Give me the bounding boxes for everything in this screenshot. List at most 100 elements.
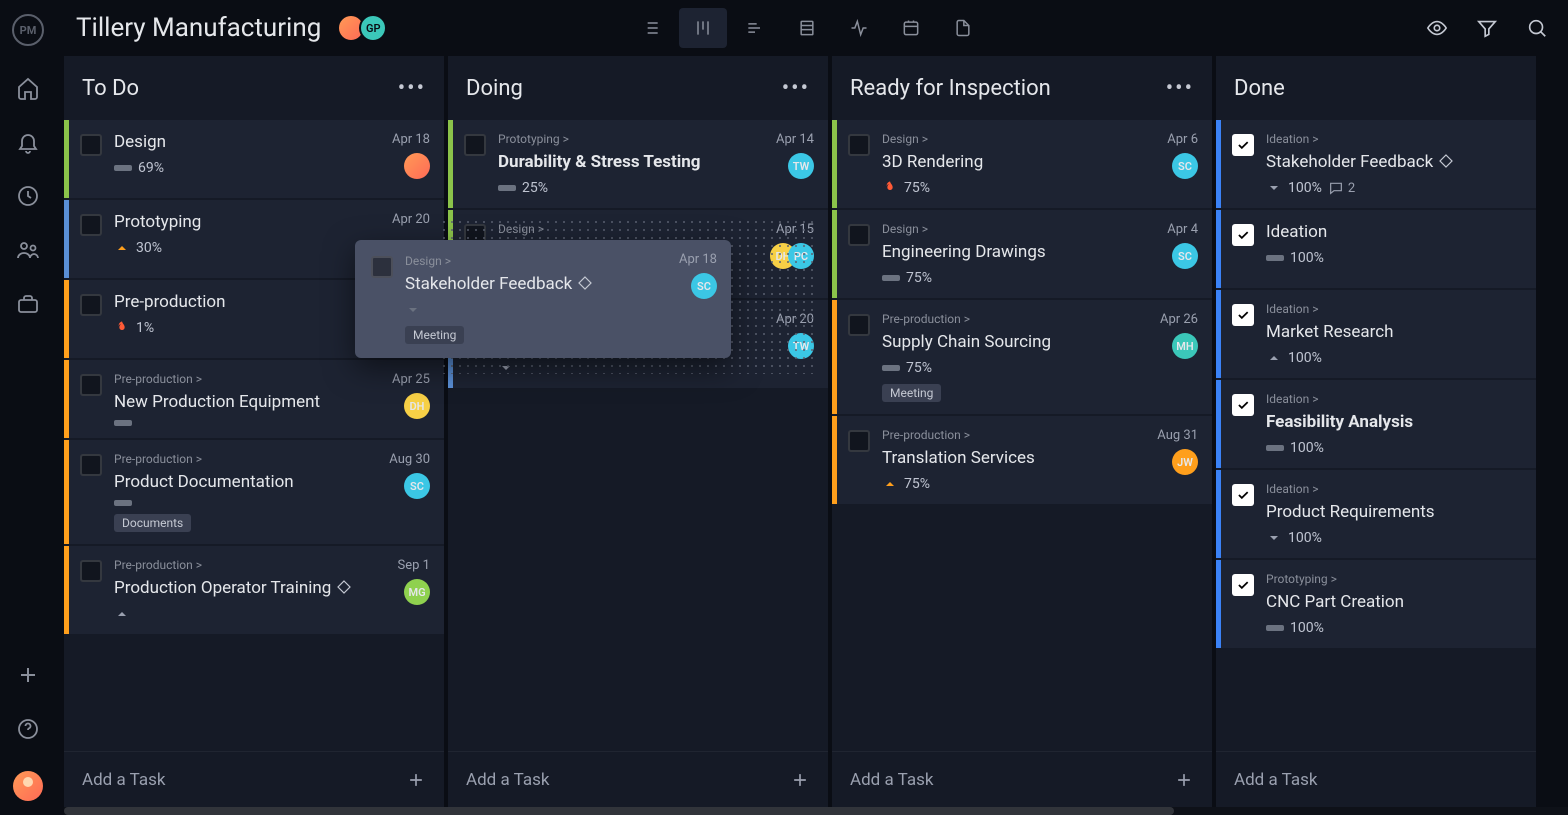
- plus-icon[interactable]: [16, 663, 40, 687]
- app-logo[interactable]: PM: [12, 14, 44, 46]
- card-date: Apr 26: [1160, 312, 1198, 327]
- assignee-avatar[interactable]: MH: [1172, 333, 1198, 359]
- task-checkbox[interactable]: [1232, 224, 1254, 246]
- column-menu-icon[interactable]: •••: [782, 76, 810, 101]
- column-cards: Ideation > Stakeholder Feedback 100% 2 I…: [1216, 120, 1536, 751]
- card-breadcrumb: Pre-production >: [114, 558, 430, 572]
- task-checkbox[interactable]: [80, 214, 102, 236]
- task-checkbox[interactable]: [848, 224, 870, 246]
- clock-icon[interactable]: [16, 184, 40, 208]
- assignee-avatars[interactable]: JW: [1172, 449, 1198, 475]
- task-card[interactable]: Pre-production > Translation Services 75…: [832, 416, 1212, 504]
- assignee-avatar[interactable]: DH: [404, 393, 430, 419]
- task-card[interactable]: Prototyping > CNC Part Creation 100%: [1216, 560, 1536, 648]
- card-title: Product Requirements: [1266, 502, 1522, 522]
- task-checkbox[interactable]: [1232, 304, 1254, 326]
- assignee-avatars[interactable]: SC: [404, 473, 430, 499]
- card-meta: 100%: [1266, 620, 1522, 636]
- bell-icon[interactable]: [16, 130, 40, 154]
- assignee-avatar[interactable]: JW: [1172, 449, 1198, 475]
- task-card[interactable]: Ideation 100%: [1216, 210, 1536, 288]
- activity-view-icon[interactable]: [835, 8, 883, 48]
- assignee-avatars[interactable]: MH: [1172, 333, 1198, 359]
- task-card[interactable]: Pre-production > Production Operator Tra…: [64, 546, 444, 634]
- task-checkbox[interactable]: [1232, 574, 1254, 596]
- task-card[interactable]: Pre-production > Product Documentation D…: [64, 440, 444, 544]
- search-icon[interactable]: [1526, 17, 1548, 39]
- task-card[interactable]: Design > Engineering Drawings 75% Apr 4S…: [832, 210, 1212, 298]
- card-percent: 100%: [1290, 250, 1324, 266]
- assignee-avatars[interactable]: [404, 153, 430, 179]
- assignee-avatar[interactable]: SC: [691, 273, 717, 299]
- user-avatar[interactable]: [13, 771, 43, 801]
- add-task-button[interactable]: Add a Task: [448, 751, 828, 807]
- sheet-view-icon[interactable]: [783, 8, 831, 48]
- task-card[interactable]: Ideation > Market Research 100%: [1216, 290, 1536, 378]
- add-task-button[interactable]: Add a Task: [64, 751, 444, 807]
- eye-icon[interactable]: [1426, 17, 1448, 39]
- task-card[interactable]: Pre-production > Supply Chain Sourcing 7…: [832, 300, 1212, 414]
- column-title: Done: [1234, 76, 1285, 101]
- column-cards: Prototyping > Durability & Stress Testin…: [448, 120, 828, 751]
- file-view-icon[interactable]: [939, 8, 987, 48]
- card-meta: 100% 2: [1266, 180, 1522, 196]
- task-card[interactable]: Ideation > Product Requirements 100%: [1216, 470, 1536, 558]
- list-view-icon[interactable]: [627, 8, 675, 48]
- assignee-avatars[interactable]: TW: [788, 153, 814, 179]
- task-card[interactable]: Prototyping > Durability & Stress Testin…: [448, 120, 828, 208]
- assignee-avatars[interactable]: SC: [1172, 153, 1198, 179]
- assignee-avatar[interactable]: SC: [1172, 153, 1198, 179]
- card-date: Apr 25: [392, 372, 430, 387]
- briefcase-icon[interactable]: [16, 292, 40, 316]
- column-cards: Design > 3D Rendering 75% Apr 6SC Design…: [832, 120, 1212, 751]
- assignee-avatar[interactable]: SC: [1172, 243, 1198, 269]
- card-percent: 25%: [522, 180, 548, 196]
- assignee-avatar[interactable]: SC: [404, 473, 430, 499]
- dragging-card[interactable]: Design > Stakeholder Feedback Meeting Ap…: [355, 240, 731, 358]
- task-checkbox[interactable]: [80, 454, 102, 476]
- member-avatar[interactable]: GP: [359, 14, 387, 42]
- task-card[interactable]: Design > 3D Rendering 75% Apr 6SC: [832, 120, 1212, 208]
- gantt-view-icon[interactable]: [731, 8, 779, 48]
- assignee-avatar[interactable]: TW: [788, 153, 814, 179]
- add-task-button[interactable]: Add a Task: [832, 751, 1212, 807]
- task-checkbox[interactable]: [1232, 134, 1254, 156]
- assignee-avatars[interactable]: SC: [1172, 243, 1198, 269]
- task-checkbox[interactable]: [80, 134, 102, 156]
- task-checkbox[interactable]: [371, 256, 393, 278]
- task-checkbox[interactable]: [1232, 394, 1254, 416]
- task-checkbox[interactable]: [464, 134, 486, 156]
- task-card[interactable]: Pre-production > New Production Equipmen…: [64, 360, 444, 438]
- task-card[interactable]: Ideation > Stakeholder Feedback 100% 2: [1216, 120, 1536, 208]
- task-checkbox[interactable]: [1232, 484, 1254, 506]
- task-checkbox[interactable]: [80, 560, 102, 582]
- task-checkbox[interactable]: [848, 314, 870, 336]
- column-menu-icon[interactable]: •••: [1166, 76, 1194, 101]
- assignee-avatars[interactable]: DH: [404, 393, 430, 419]
- task-card[interactable]: Design 69% Apr 18: [64, 120, 444, 198]
- task-card[interactable]: Ideation > Feasibility Analysis 100%: [1216, 380, 1536, 468]
- people-icon[interactable]: [16, 238, 40, 262]
- add-task-button[interactable]: Add a Task: [1216, 751, 1536, 807]
- project-members[interactable]: GP: [337, 14, 387, 42]
- home-icon[interactable]: [16, 76, 40, 100]
- card-title: Supply Chain Sourcing: [882, 332, 1198, 352]
- filter-icon[interactable]: [1476, 17, 1498, 39]
- left-nav-rail: PM: [0, 0, 56, 815]
- card-breadcrumb: Design >: [882, 222, 1198, 236]
- assignee-avatars[interactable]: MG: [404, 579, 430, 605]
- card-breadcrumb: Prototyping >: [498, 132, 814, 146]
- horizontal-scrollbar[interactable]: [64, 807, 1568, 815]
- task-checkbox[interactable]: [848, 430, 870, 452]
- task-checkbox[interactable]: [80, 374, 102, 396]
- task-checkbox[interactable]: [80, 294, 102, 316]
- top-bar: Tillery Manufacturing GP: [56, 0, 1568, 56]
- column-menu-icon[interactable]: •••: [398, 76, 426, 101]
- assignee-avatar[interactable]: [404, 153, 430, 179]
- card-percent: 69%: [138, 160, 164, 176]
- board-view-icon[interactable]: [679, 8, 727, 48]
- calendar-view-icon[interactable]: [887, 8, 935, 48]
- assignee-avatar[interactable]: MG: [404, 579, 430, 605]
- task-checkbox[interactable]: [848, 134, 870, 156]
- help-icon[interactable]: [16, 717, 40, 741]
